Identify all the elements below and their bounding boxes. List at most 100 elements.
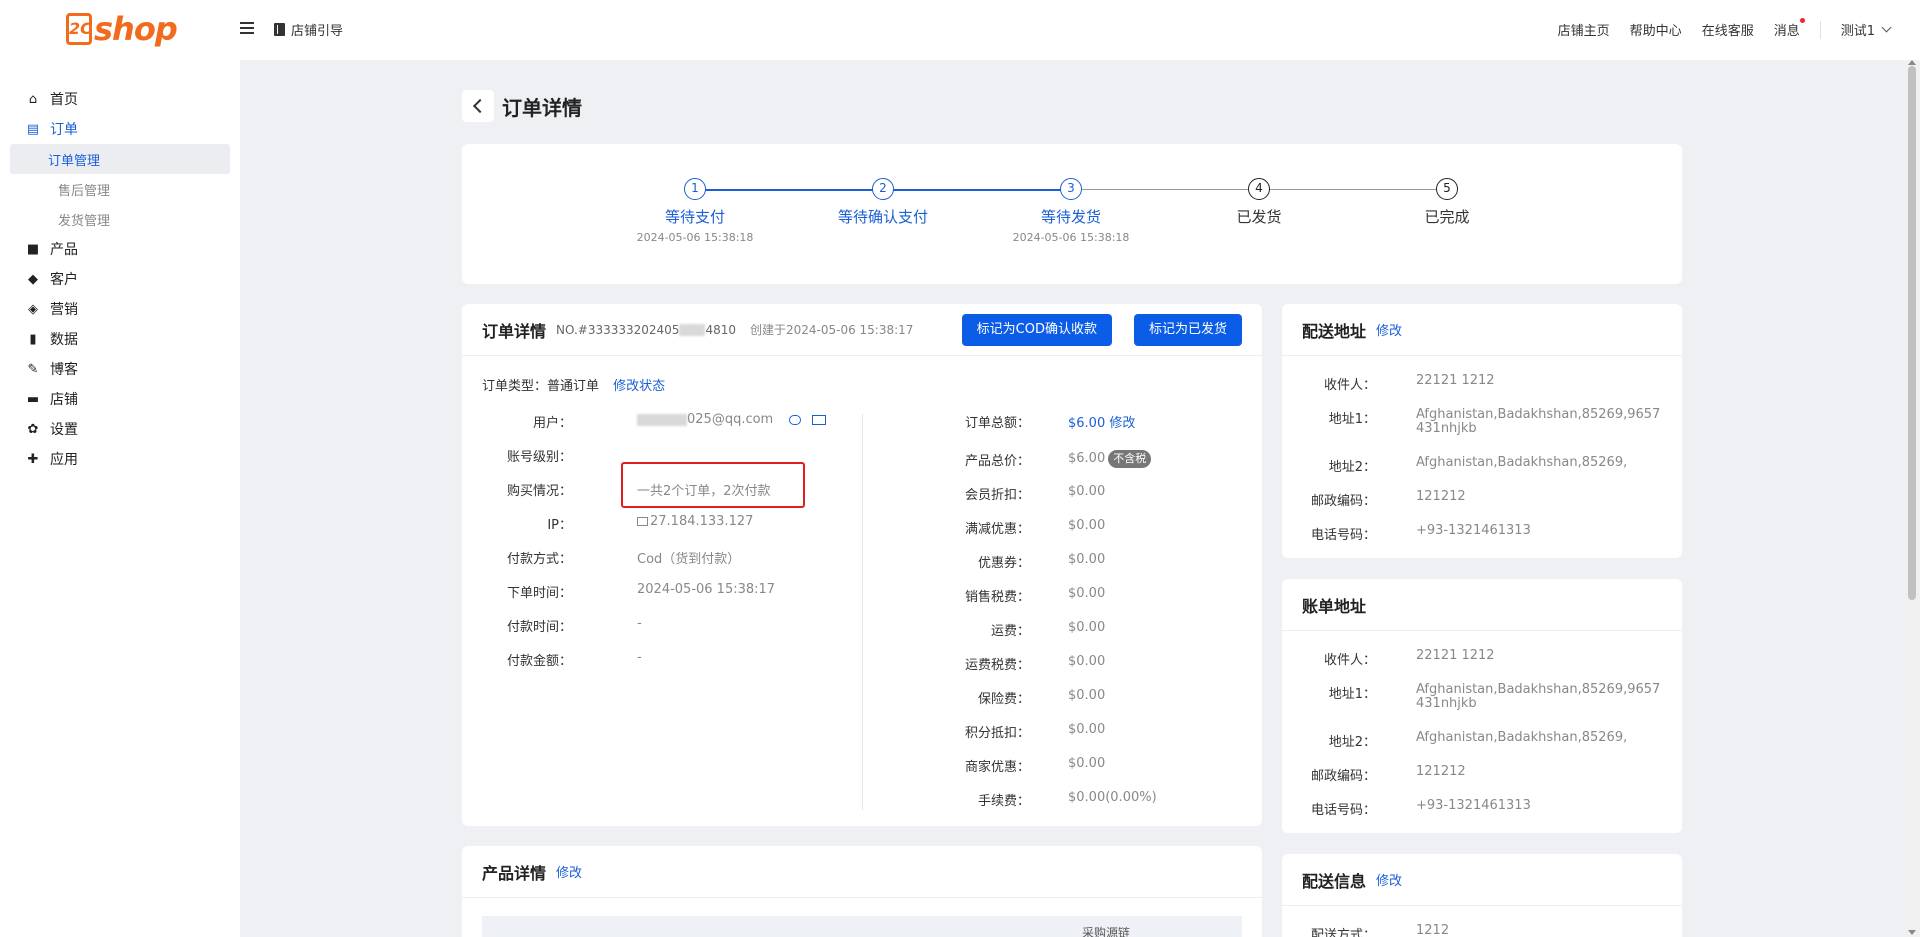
delivery-info-header: 配送信息 修改 (1282, 854, 1682, 906)
sidebar-item-customers[interactable]: ◆ 客户 (0, 264, 240, 294)
mark-cod-paid-button[interactable]: 标记为COD确认收款 (961, 313, 1112, 346)
sidebar-subitem-order-management[interactable]: 订单管理 (10, 144, 230, 174)
sidebar-item-home[interactable]: ⌂ 首页 (0, 84, 240, 114)
billing-address-title: 账单地址 (1302, 596, 1367, 616)
handling-fee-label: 手续费： (977, 794, 1030, 809)
sidebar-item-products[interactable]: ■ 产品 (0, 234, 240, 264)
order-created-time: 创建于2024-05-06 15:38:17 (749, 323, 914, 337)
online-service-link[interactable]: 在线客服 (1702, 20, 1754, 39)
help-center-link[interactable]: 帮助中心 (1630, 20, 1682, 39)
product-detail-modify-link[interactable]: 修改 (556, 862, 582, 881)
top-links: 店铺主页 帮助中心 在线客服 消息 测试1 (1538, 18, 1892, 39)
scroll-down-arrow[interactable] (1908, 930, 1916, 935)
sidebar-item-apps[interactable]: ✚ 应用 (0, 444, 240, 474)
delivery-info-modify-link[interactable]: 修改 (1376, 870, 1402, 889)
sidebar-item-store[interactable]: ▬ 店铺 (0, 384, 240, 414)
address2-label: 地址2： (1328, 735, 1376, 750)
delivery-method-label: 配送方式： (1310, 928, 1376, 937)
step-number: 5 (1436, 178, 1458, 200)
shipping-address-modify-link[interactable]: 修改 (1376, 320, 1402, 339)
order-time-label: 下单时间： (506, 586, 572, 601)
sidebar-item-label: 营销 (50, 302, 78, 318)
delivery-info-card: 配送信息 修改 配送方式： 1212 (1282, 854, 1682, 937)
unread-dot (1799, 18, 1805, 23)
user-menu[interactable]: 测试1 (1841, 20, 1892, 39)
purchase-highlight-box (621, 462, 805, 508)
redacted-block (679, 324, 706, 336)
coupon-label: 优惠券： (977, 556, 1030, 571)
billing-address-card: 账单地址 收件人： 22121 1212 地址1： Afghanistan,Bada… (1282, 579, 1682, 833)
sidebar-item-label: 博客 (50, 362, 78, 378)
sidebar-item-data[interactable]: ▮ 数据 (0, 324, 240, 354)
step-time: 2024-05-06 15:38:18 (1012, 231, 1130, 244)
sidebar-item-label: 首页 (50, 92, 78, 108)
sidebar-item-orders[interactable]: ▤ 订单 (0, 114, 240, 144)
order-total-modify-link[interactable]: 修改 (1109, 416, 1135, 431)
address2-value: Afghanistan,Badakhshan,85269, (1416, 455, 1628, 470)
tag-icon: ◈ (28, 301, 38, 317)
tax-excluded-badge: 不含税 (1108, 450, 1152, 468)
order-total-amount: $6.00 (1068, 416, 1106, 431)
member-discount-value: $0.00 (1068, 484, 1106, 499)
home-icon: ⌂ (28, 91, 38, 107)
account-level-label: 账号级别： (506, 450, 572, 465)
modify-status-link[interactable]: 修改状态 (613, 379, 665, 394)
sidebar-item-label: 客户 (50, 272, 78, 288)
address1-value: Afghanistan,Badakhshan,85269,9657431nhjk… (1416, 407, 1661, 436)
top-bar: 2C shop 店铺引导 店铺主页 帮助中心 在线客服 消息 测试1 (0, 0, 1920, 60)
chat-icon[interactable] (789, 414, 802, 425)
address1-label: 地址1： (1328, 412, 1376, 427)
coupon-value: $0.00 (1068, 552, 1106, 567)
step-name: 等待发货 (1040, 208, 1101, 226)
store-home-link[interactable]: 店铺主页 (1558, 20, 1610, 39)
pay-method-label: 付款方式： (506, 552, 572, 567)
sidebar-item-label: 数据 (50, 332, 78, 348)
chevron-down-icon (1881, 22, 1892, 33)
mail-icon[interactable] (811, 414, 826, 425)
back-button[interactable] (462, 90, 494, 122)
step-name: 等待支付 (664, 208, 725, 226)
full-reduction-label: 满减优惠： (964, 522, 1030, 537)
purchase-source-column: 采购源链 (1082, 926, 1131, 937)
insurance-label: 保险费： (977, 692, 1030, 707)
chevron-left-icon (472, 98, 488, 114)
order-type: 订单类型：普通订单 (482, 379, 600, 394)
product-detail-title: 产品详情 (482, 863, 547, 883)
shipping-address-header: 配送地址 修改 (1282, 304, 1682, 356)
step-3: 3 等待发货 2024-05-06 15:38:18 (981, 178, 1161, 244)
postal-code-label: 邮政编码： (1310, 769, 1376, 784)
phone-value: +93-1321461313 (1416, 798, 1531, 813)
sidebar-item-blog[interactable]: ✎ 博客 (0, 354, 240, 384)
step-number: 4 (1248, 178, 1270, 200)
postal-code-value: 121212 (1416, 764, 1466, 779)
step-4: 4 已发货 (1169, 178, 1349, 227)
sidebar-item-marketing[interactable]: ◈ 营销 (0, 294, 240, 324)
scroll-up-arrow[interactable] (1908, 60, 1916, 65)
scrollbar[interactable] (1904, 60, 1920, 937)
store-guide-label: 店铺引导 (291, 24, 344, 39)
step-name: 已发货 (1236, 208, 1282, 226)
store-guide-link[interactable]: 店铺引导 (274, 20, 343, 39)
order-number-suffix: 4810 (705, 322, 736, 337)
merchant-discount-value: $0.00 (1068, 756, 1106, 771)
sidebar-subitem-shipping[interactable]: 发货管理 (10, 204, 230, 234)
gear-icon: ✿ (27, 421, 39, 437)
order-time-value: 2024-05-06 15:38:17 (637, 582, 776, 597)
shipping-tax-label: 运费税费： (964, 658, 1030, 673)
redacted-block (637, 413, 687, 426)
sidebar-subitem-after-sales[interactable]: 售后管理 (10, 174, 230, 204)
sidebar-item-settings[interactable]: ✿ 设置 (0, 414, 240, 444)
menu-toggle-icon[interactable] (240, 22, 254, 34)
order-progress-card: 1 等待支付 2024-05-06 15:38:18 2 等待确认支付 3 等待… (462, 144, 1682, 284)
messages-link[interactable]: 消息 (1774, 18, 1805, 39)
pay-time-label: 付款时间： (506, 620, 572, 635)
mark-shipped-button[interactable]: 标记为已发货 (1133, 313, 1242, 346)
logo[interactable]: 2C shop (66, 10, 178, 48)
scrollbar-thumb[interactable] (1908, 66, 1916, 600)
shipping-address-card: 配送地址 修改 收件人： 22121 1212 地址1： Afghanistan,B… (1282, 304, 1682, 558)
full-reduction-value: $0.00 (1068, 518, 1106, 533)
sales-tax-label: 销售税费： (964, 590, 1030, 605)
user-email-suffix: 025@qq.com (687, 412, 774, 427)
step-number: 2 (872, 178, 894, 200)
order-total-label: 订单总额： (964, 416, 1030, 431)
